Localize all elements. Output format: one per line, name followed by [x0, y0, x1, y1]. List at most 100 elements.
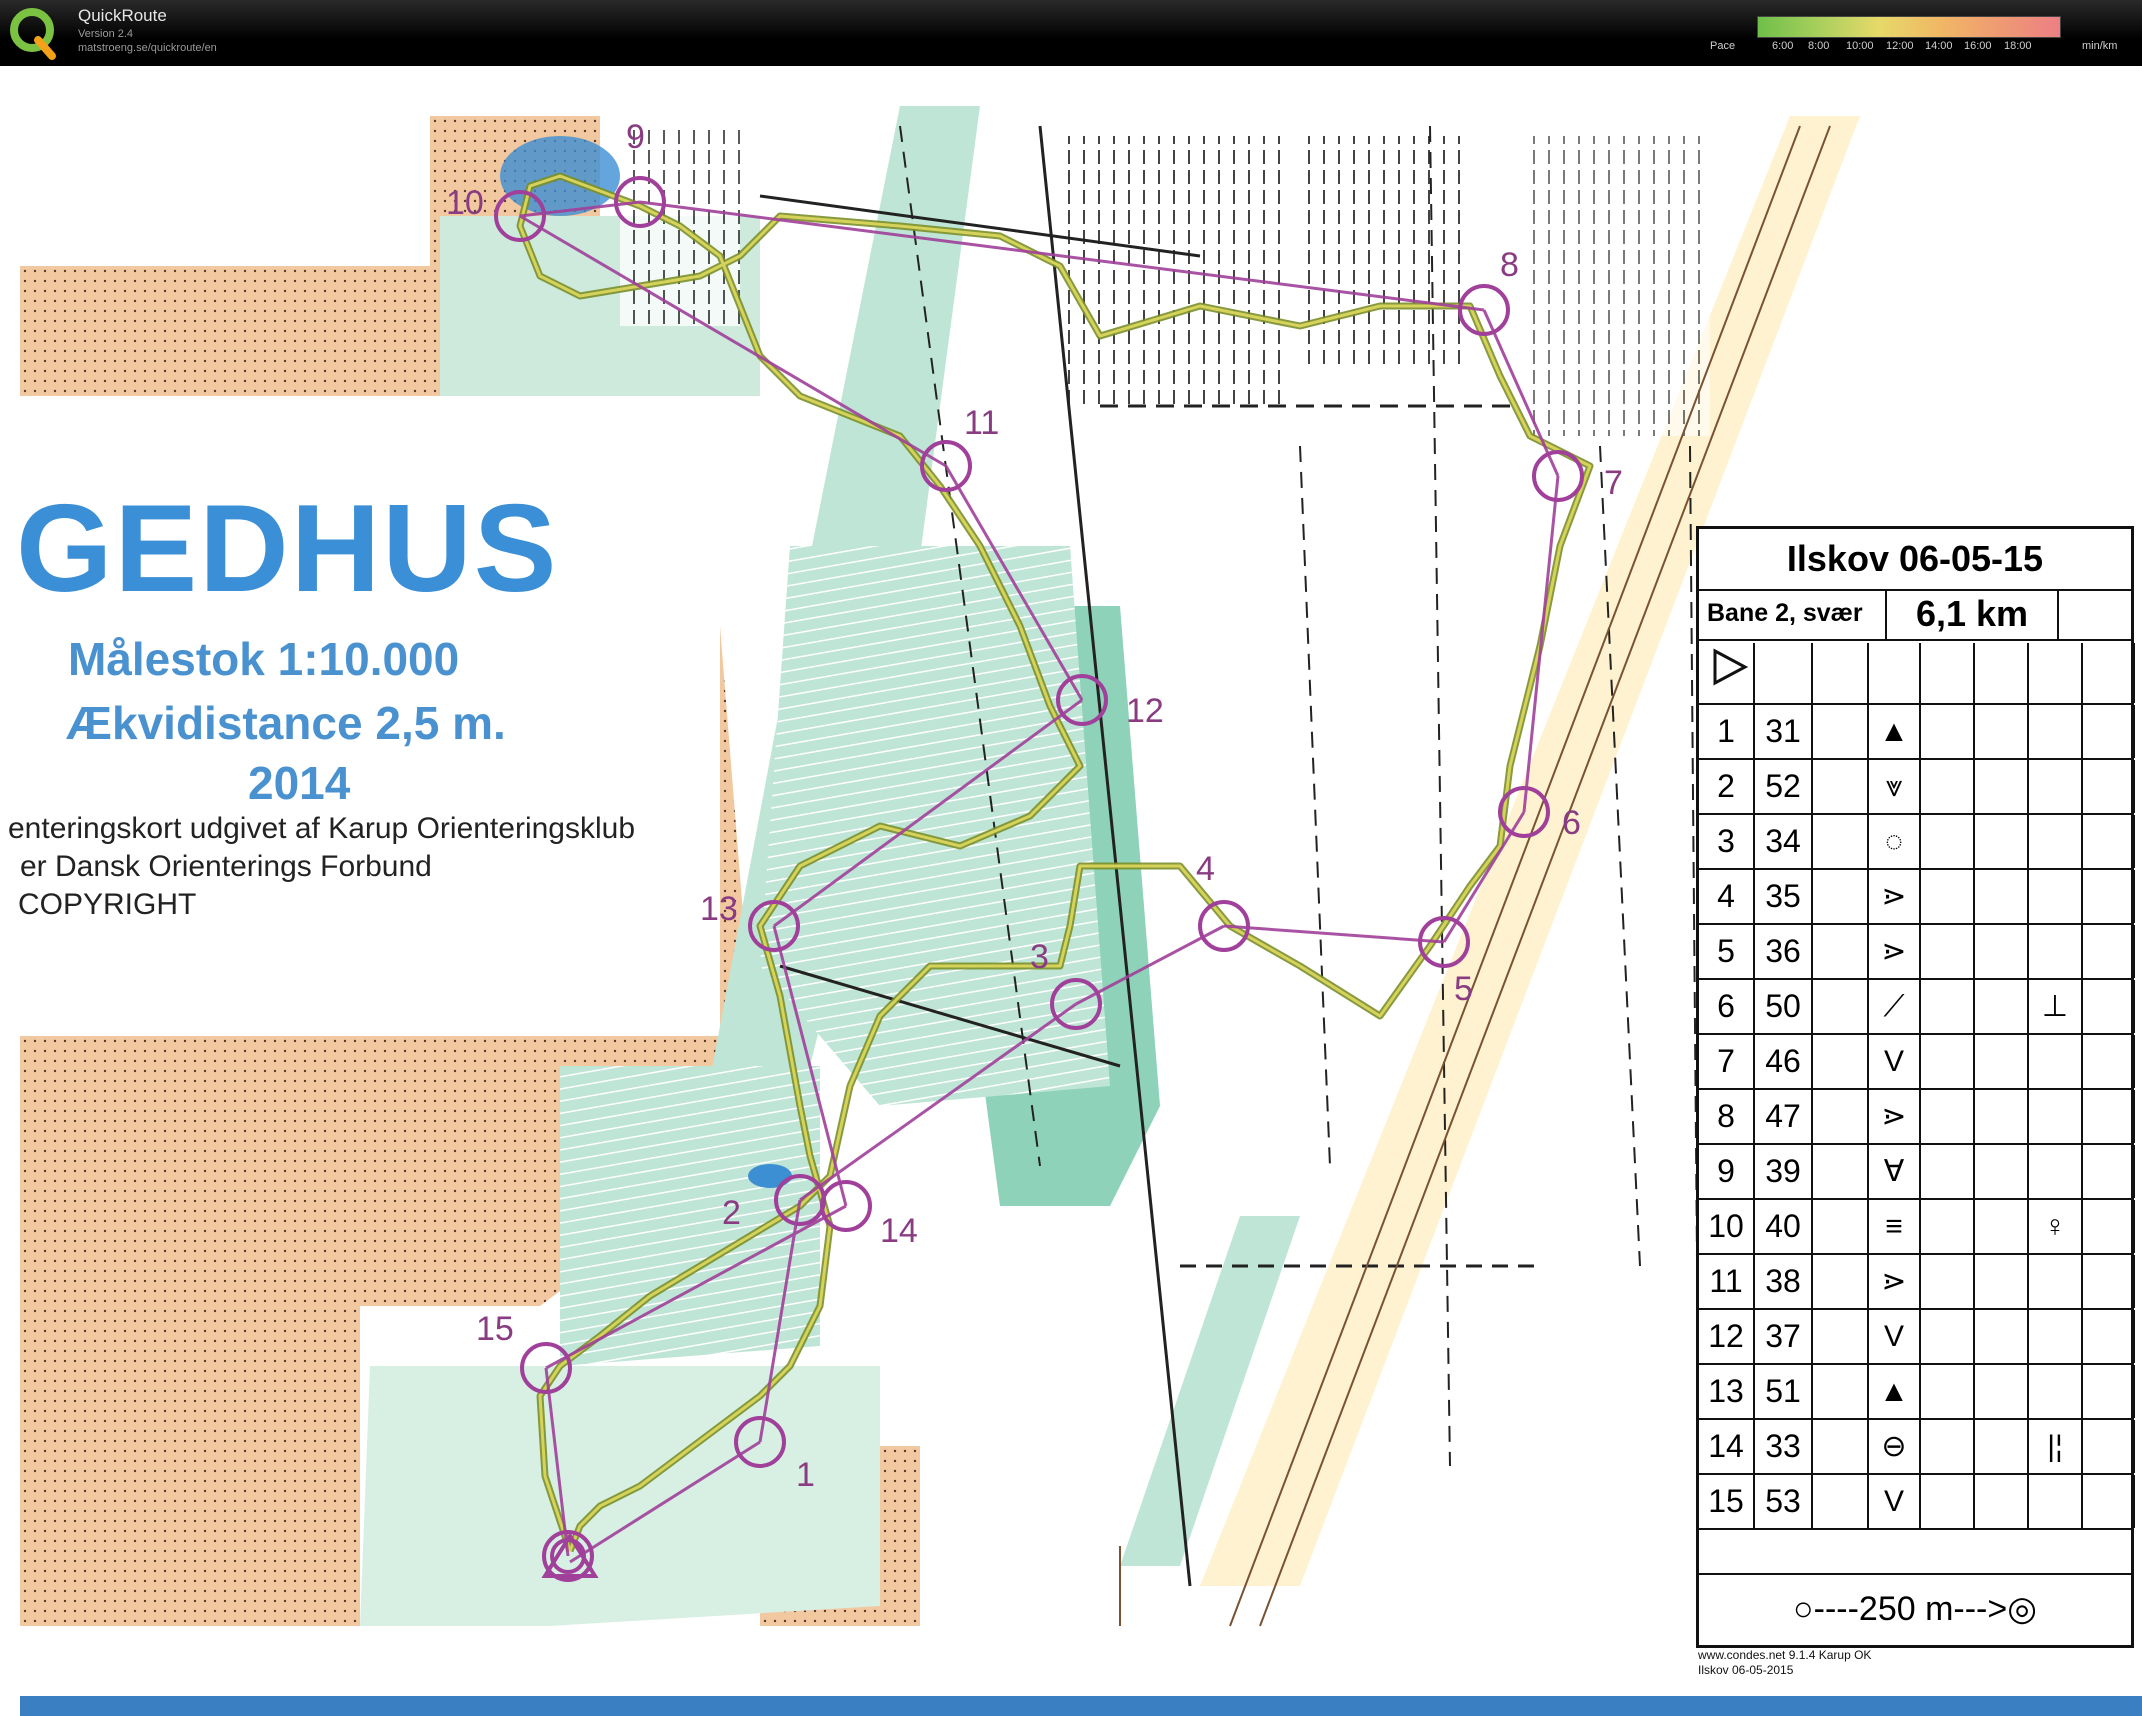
description-num: 2	[1699, 760, 1755, 813]
description-row: 6 50 ⟋ ⊥	[1699, 980, 2135, 1035]
description-num: 11	[1699, 1255, 1755, 1308]
description-row: 15 53 V	[1699, 1475, 2135, 1530]
control-number-label: 9	[626, 118, 645, 156]
description-empty-cell	[1975, 1310, 2029, 1363]
description-empty-cell	[1813, 1255, 1869, 1308]
description-code: 50	[1755, 980, 1813, 1033]
control-number-label: 13	[700, 890, 738, 928]
description-empty-cell	[2083, 1310, 2135, 1363]
description-num: 5	[1699, 925, 1755, 978]
map-scale: Målestok 1:10.000	[68, 633, 460, 685]
description-symbol: ◌	[1869, 815, 1921, 868]
description-code: 47	[1755, 1090, 1813, 1143]
description-extra: ♀	[2029, 1200, 2083, 1253]
description-row: 10 40 ≡ ♀	[1699, 1200, 2135, 1255]
description-empty-cell	[1813, 643, 1869, 703]
description-num: 10	[1699, 1200, 1755, 1253]
description-num: 12	[1699, 1310, 1755, 1363]
control-number-label: 7	[1604, 464, 1623, 502]
description-extra	[2029, 1310, 2083, 1363]
description-empty-cell	[2083, 815, 2135, 868]
description-event-title: Ilskov 06-05-15	[1699, 529, 2131, 591]
description-empty-cell	[1813, 760, 1869, 813]
map-equidistance: Ækvidistance 2,5 m.	[66, 697, 506, 749]
description-extra	[2029, 1145, 2083, 1198]
description-empty-cell	[1813, 1035, 1869, 1088]
description-empty-cell	[1921, 815, 1975, 868]
description-empty-cell	[1921, 870, 1975, 923]
description-symbol: ⊖	[1869, 1420, 1921, 1473]
description-code: 33	[1755, 1420, 1813, 1473]
description-empty-cell	[1975, 925, 2029, 978]
description-code: 40	[1755, 1200, 1813, 1253]
description-empty-cell	[2083, 870, 2135, 923]
control-number-label: 6	[1562, 804, 1581, 842]
control-number-label: 5	[1454, 970, 1473, 1008]
description-num: 3	[1699, 815, 1755, 868]
pace-unit-label: min/km	[2082, 40, 2118, 52]
description-row: 9 39 Ɐ	[1699, 1145, 2135, 1200]
description-empty-cell	[1921, 1310, 1975, 1363]
description-num: 15	[1699, 1475, 1755, 1528]
description-empty-cell	[1975, 1365, 2029, 1418]
description-symbol: ⋗	[1869, 925, 1921, 978]
control-number-label: 3	[1030, 938, 1049, 976]
quickroute-logo-icon	[10, 8, 56, 60]
description-empty-cell	[1813, 1145, 1869, 1198]
map-federation: er Dansk Orienterings Forbund	[20, 850, 432, 883]
pace-tick: 6:00	[1772, 40, 1794, 52]
orienteering-map[interactable]: GEDHUS Målestok 1:10.000 Ækvidistance 2,…	[0, 66, 2142, 1716]
description-empty-cell	[2083, 1145, 2135, 1198]
app-header-bar: QuickRoute Version 2.4 matstroeng.se/qui…	[0, 0, 2142, 66]
description-num: 7	[1699, 1035, 1755, 1088]
control-number-label: 2	[722, 1194, 741, 1232]
map-border-band	[20, 1696, 2142, 1716]
description-empty-cell	[1921, 1090, 1975, 1143]
description-empty-cell	[1975, 705, 2029, 758]
description-extra	[2029, 1090, 2083, 1143]
pace-tick: 14:00	[1925, 40, 1953, 52]
description-symbol: V	[1869, 1035, 1921, 1088]
description-empty-cell	[1813, 870, 1869, 923]
description-row: 14 33 ⊖ |¦	[1699, 1420, 2135, 1475]
description-empty-cell	[2083, 1475, 2135, 1528]
description-extra	[2029, 1035, 2083, 1088]
description-num: 8	[1699, 1090, 1755, 1143]
description-empty-cell	[2083, 1200, 2135, 1253]
map-name: GEDHUS	[16, 480, 559, 618]
description-extra	[2029, 815, 2083, 868]
description-empty-cell	[1975, 980, 2029, 1033]
pond	[748, 1164, 792, 1188]
description-empty-cell	[1975, 1200, 2029, 1253]
pace-tick: 16:00	[1964, 40, 1992, 52]
pace-tick: 12:00	[1886, 40, 1914, 52]
description-empty-cell	[1699, 643, 1755, 703]
description-empty-cell	[1975, 1145, 2029, 1198]
pace-color-scale	[1757, 16, 2061, 38]
description-empty-cell	[1975, 760, 2029, 813]
app-url-link[interactable]: matstroeng.se/quickroute/en	[78, 42, 217, 54]
description-empty-cell	[2083, 1035, 2135, 1088]
plantation-block	[1300, 136, 1470, 366]
description-num: 14	[1699, 1420, 1755, 1473]
description-empty-cell	[1921, 980, 1975, 1033]
description-empty-cell	[2083, 643, 2135, 703]
control-number-label: 8	[1500, 246, 1519, 284]
description-empty-cell	[2083, 1255, 2135, 1308]
description-row: 2 52 ⩔	[1699, 760, 2135, 815]
description-empty-cell	[1921, 643, 1975, 703]
description-code: 46	[1755, 1035, 1813, 1088]
description-symbol: ⟋	[1869, 980, 1921, 1033]
description-row: 13 51 ▲	[1699, 1365, 2135, 1420]
description-extra	[2029, 705, 2083, 758]
description-course-length: 6,1 km	[1885, 589, 2059, 639]
description-extra	[2029, 925, 2083, 978]
description-empty-cell	[1921, 1200, 1975, 1253]
description-row: 12 37 V	[1699, 1310, 2135, 1365]
description-symbol: V	[1869, 1310, 1921, 1363]
description-empty-cell	[1755, 643, 1813, 703]
footer-event-date: Ilskov 06-05-2015	[1698, 1663, 1794, 1677]
description-symbol: ▲	[1869, 1365, 1921, 1418]
description-extra	[2029, 1255, 2083, 1308]
control-number-label: 10	[446, 184, 484, 222]
